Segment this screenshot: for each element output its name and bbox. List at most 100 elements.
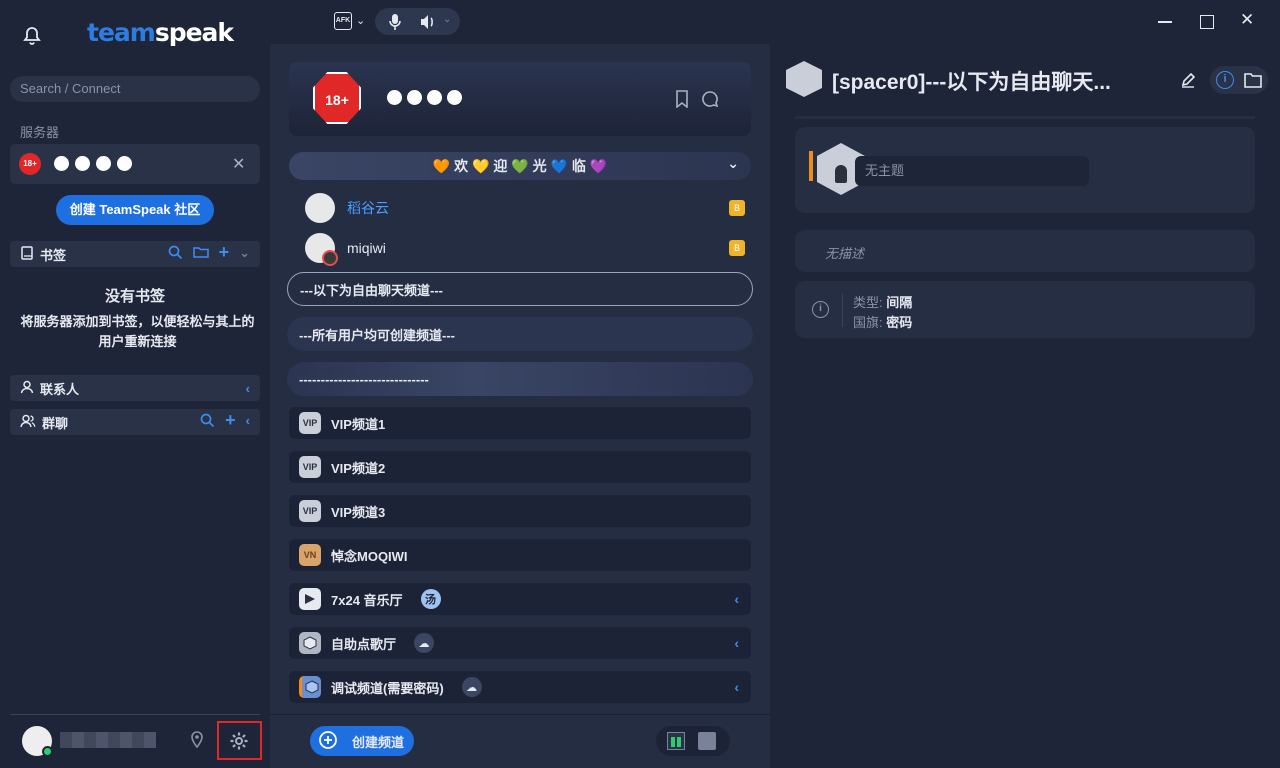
voice-level-icon[interactable] bbox=[667, 732, 685, 750]
server-badge: 18+ bbox=[19, 153, 41, 175]
view-toggle: i bbox=[1210, 66, 1268, 94]
highlight-box bbox=[217, 721, 262, 760]
channel-name: 调试频道(需要密码) bbox=[331, 680, 444, 696]
flag-value: 密码 bbox=[886, 315, 913, 330]
avatar bbox=[305, 233, 338, 266]
chevron-left-icon[interactable]: ‹ bbox=[246, 381, 250, 396]
bell-icon[interactable] bbox=[20, 24, 44, 48]
channel-row[interactable]: VIP VIP频道3 bbox=[289, 495, 751, 527]
chevron-left-icon[interactable]: ‹ bbox=[734, 591, 739, 607]
channel-row[interactable]: VN 悼念MOQIWI bbox=[289, 539, 751, 571]
welcome-spacer[interactable]: 🧡 欢 💛 迎 💚 光 💙 临 💜 ⌄ bbox=[289, 152, 751, 180]
add-icon[interactable]: + bbox=[219, 243, 230, 263]
group-chat-section[interactable]: 群聊 + ‹ bbox=[10, 409, 260, 435]
user-name: 稻谷云 bbox=[347, 200, 389, 216]
chevron-left-icon[interactable]: ‹ bbox=[246, 413, 250, 431]
server-banner: 18+ bbox=[289, 62, 751, 136]
afk-icon[interactable]: AFK bbox=[334, 12, 352, 30]
channel-name: VIP频道2 bbox=[331, 460, 386, 476]
channel-badge-icon: ☁ bbox=[461, 677, 482, 697]
search-input[interactable]: Search / Connect bbox=[10, 76, 260, 102]
bookmark-icon[interactable] bbox=[675, 90, 689, 111]
chat-bubble-icon[interactable] bbox=[701, 90, 719, 111]
user-row[interactable]: miqiwi B bbox=[305, 232, 745, 266]
maximize-icon[interactable] bbox=[1200, 15, 1214, 29]
spacer-channel[interactable]: ------------------------------ bbox=[287, 362, 753, 396]
vip-icon: VIP bbox=[299, 500, 321, 522]
folder-icon[interactable] bbox=[1244, 72, 1262, 91]
close-window-icon[interactable]: ✕ bbox=[1240, 10, 1254, 30]
bookmarks-section[interactable]: 书签 + ⌄ bbox=[10, 241, 260, 267]
contacts-section[interactable]: 联系人 ‹ bbox=[10, 375, 260, 401]
channel-badge: 汤 bbox=[420, 589, 441, 609]
channel-row[interactable]: VIP VIP频道2 bbox=[289, 451, 751, 483]
search-icon[interactable] bbox=[200, 413, 215, 431]
left-sidebar: teamspeak Search / Connect 服务器 18+ ✕ 创建 … bbox=[0, 0, 270, 768]
spacer-channel[interactable]: ---所有用户均可创建频道--- bbox=[287, 317, 753, 351]
channel-name: 自助点歌厅 bbox=[331, 636, 397, 652]
microphone-icon[interactable] bbox=[388, 13, 402, 34]
spacer-channel[interactable]: ---以下为自由聊天频道--- bbox=[287, 272, 753, 306]
avatar[interactable] bbox=[22, 726, 53, 757]
server-group-badge: B bbox=[729, 240, 745, 256]
minimize-icon[interactable] bbox=[1158, 21, 1172, 23]
bookmarks-label: 书签 bbox=[40, 247, 67, 263]
cube-channel-icon bbox=[299, 632, 321, 654]
user-row[interactable]: 稻谷云 B bbox=[305, 192, 745, 224]
chevron-down-icon[interactable]: ⌄ bbox=[443, 14, 451, 25]
server-group-badge: B bbox=[729, 200, 745, 216]
welcome-text: 🧡 欢 💛 迎 💚 光 💙 临 💜 bbox=[432, 158, 608, 174]
channel-title: [spacer0]---以下为自由聊天... bbox=[832, 71, 1111, 94]
add-icon[interactable]: + bbox=[225, 411, 236, 431]
speaker-icon[interactable] bbox=[419, 13, 437, 34]
recording-icon[interactable] bbox=[698, 732, 716, 750]
channel-row[interactable]: 自助点歌厅 ☁ ‹ bbox=[289, 627, 751, 659]
divider bbox=[270, 714, 770, 715]
chevron-down-icon[interactable]: ⌄ bbox=[727, 155, 739, 172]
vip-icon: VIP bbox=[299, 412, 321, 434]
info-icon[interactable]: i bbox=[1216, 71, 1234, 89]
username-blurred bbox=[60, 732, 156, 748]
subject-field[interactable]: 无主题 bbox=[855, 156, 1089, 186]
search-icon[interactable] bbox=[168, 245, 183, 263]
group-icon bbox=[20, 414, 36, 431]
group-chat-label: 群聊 bbox=[42, 415, 69, 431]
audio-controls: ⌄ bbox=[375, 8, 460, 35]
description-card: 无描述 bbox=[795, 230, 1255, 272]
edit-icon[interactable] bbox=[1180, 72, 1196, 91]
chevron-down-icon[interactable]: ⌄ bbox=[239, 245, 250, 263]
password-channel-icon bbox=[299, 676, 321, 698]
chevron-down-icon[interactable]: ⌄ bbox=[356, 14, 365, 27]
info-panel: [spacer0]---以下为自由聊天... i 无主题 无描述 i 类型: 间… bbox=[770, 44, 1280, 768]
vip-icon: VIP bbox=[299, 456, 321, 478]
chevron-left-icon[interactable]: ‹ bbox=[734, 679, 739, 695]
channel-tree: 18+ 🧡 欢 💛 迎 💚 光 💙 临 💜 ⌄ 稻谷云 B miqiwi B -… bbox=[270, 44, 770, 768]
muted-icon bbox=[322, 250, 338, 266]
create-channel-label: 创建频道 bbox=[352, 734, 405, 750]
channel-row[interactable]: VIP VIP频道1 bbox=[289, 407, 751, 439]
age-rating-badge: 18+ bbox=[313, 72, 361, 124]
book-icon bbox=[20, 245, 34, 263]
server-entry[interactable]: 18+ ✕ bbox=[10, 144, 260, 184]
user-name: miqiwi bbox=[347, 240, 386, 256]
location-icon[interactable] bbox=[190, 731, 204, 752]
teamspeak-logo: teamspeak bbox=[87, 18, 234, 47]
channel-name: 7x24 音乐厅 bbox=[331, 592, 403, 608]
channel-name: VIP频道1 bbox=[331, 416, 386, 432]
type-key: 类型: bbox=[853, 295, 883, 310]
chevron-left-icon[interactable]: ‹ bbox=[734, 635, 739, 651]
folder-icon[interactable] bbox=[192, 245, 209, 263]
create-channel-button[interactable]: 创建频道 bbox=[310, 726, 414, 756]
online-status-icon bbox=[42, 746, 53, 757]
user-icon bbox=[20, 380, 34, 397]
add-circle-icon bbox=[318, 730, 338, 753]
channel-row[interactable]: 调试频道(需要密码) ☁ ‹ bbox=[289, 671, 751, 703]
channel-cube-icon bbox=[786, 61, 822, 97]
channel-row[interactable]: 7x24 音乐厅 汤 ‹ bbox=[289, 583, 751, 615]
create-community-button[interactable]: 创建 TeamSpeak 社区 bbox=[56, 195, 214, 225]
description-text: 无描述 bbox=[825, 246, 865, 261]
info-icon: i bbox=[812, 301, 829, 318]
channel-info-card: i 类型: 间隔 国旗: 密码 bbox=[795, 281, 1255, 338]
close-icon[interactable]: ✕ bbox=[232, 154, 245, 174]
server-name-clock-icons bbox=[54, 156, 132, 171]
